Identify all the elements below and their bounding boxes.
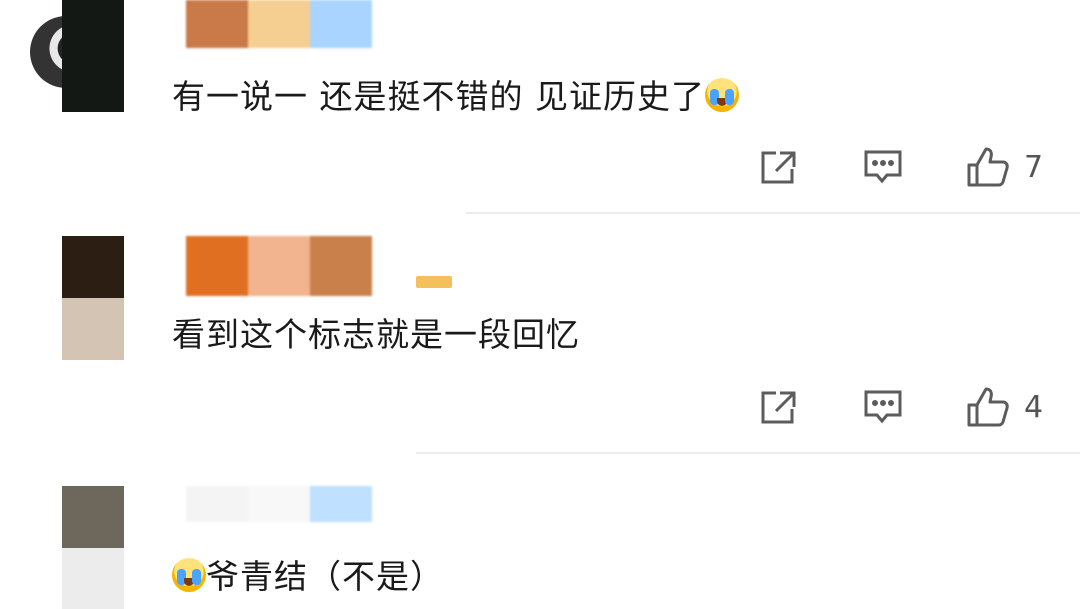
level-badge — [416, 276, 452, 288]
avatar[interactable] — [62, 486, 124, 609]
like-count: 4 — [1024, 389, 1044, 425]
crying-face-emoji — [704, 78, 739, 112]
username-blurred[interactable] — [186, 236, 372, 296]
divider — [466, 212, 1080, 214]
crying-face-emoji — [172, 558, 206, 592]
thumbs-up-icon — [967, 387, 1009, 427]
comment-item: 有一说一 还是挺不错的 见证历史了 7 — [0, 0, 1080, 212]
share-button[interactable] — [758, 142, 800, 192]
like-button[interactable]: 4 — [966, 382, 1043, 432]
reply-button[interactable] — [862, 382, 904, 432]
comment-text: 有一说一 还是挺不错的 见证历史了 — [172, 78, 739, 113]
comment-item: 爷青结（不是） — [0, 486, 1080, 609]
share-icon — [761, 151, 796, 184]
share-button[interactable] — [758, 382, 800, 432]
username-blurred[interactable] — [186, 486, 372, 522]
reply-button[interactable] — [862, 142, 904, 192]
comment-actions: 7 — [0, 142, 1080, 192]
comment-item: 看到这个标志就是一段回忆 4 — [0, 236, 1080, 452]
divider — [416, 452, 1080, 454]
comment-icon — [864, 150, 902, 184]
like-count: 7 — [1024, 149, 1044, 185]
thumbs-up-icon — [967, 147, 1009, 187]
comment-list: 有一说一 还是挺不错的 见证历史了 7 看到这个标志就是一段回忆 4 爷青结（不… — [0, 0, 1080, 609]
like-button[interactable]: 7 — [966, 142, 1043, 192]
avatar-blur — [62, 0, 124, 112]
share-icon — [761, 391, 796, 424]
comment-actions: 4 — [0, 382, 1080, 432]
comment-icon — [864, 390, 902, 424]
comment-text: 爷青结（不是） — [172, 558, 444, 593]
comment-text: 看到这个标志就是一段回忆 — [172, 315, 580, 354]
avatar[interactable] — [62, 236, 124, 360]
username-blurred[interactable] — [186, 0, 372, 48]
